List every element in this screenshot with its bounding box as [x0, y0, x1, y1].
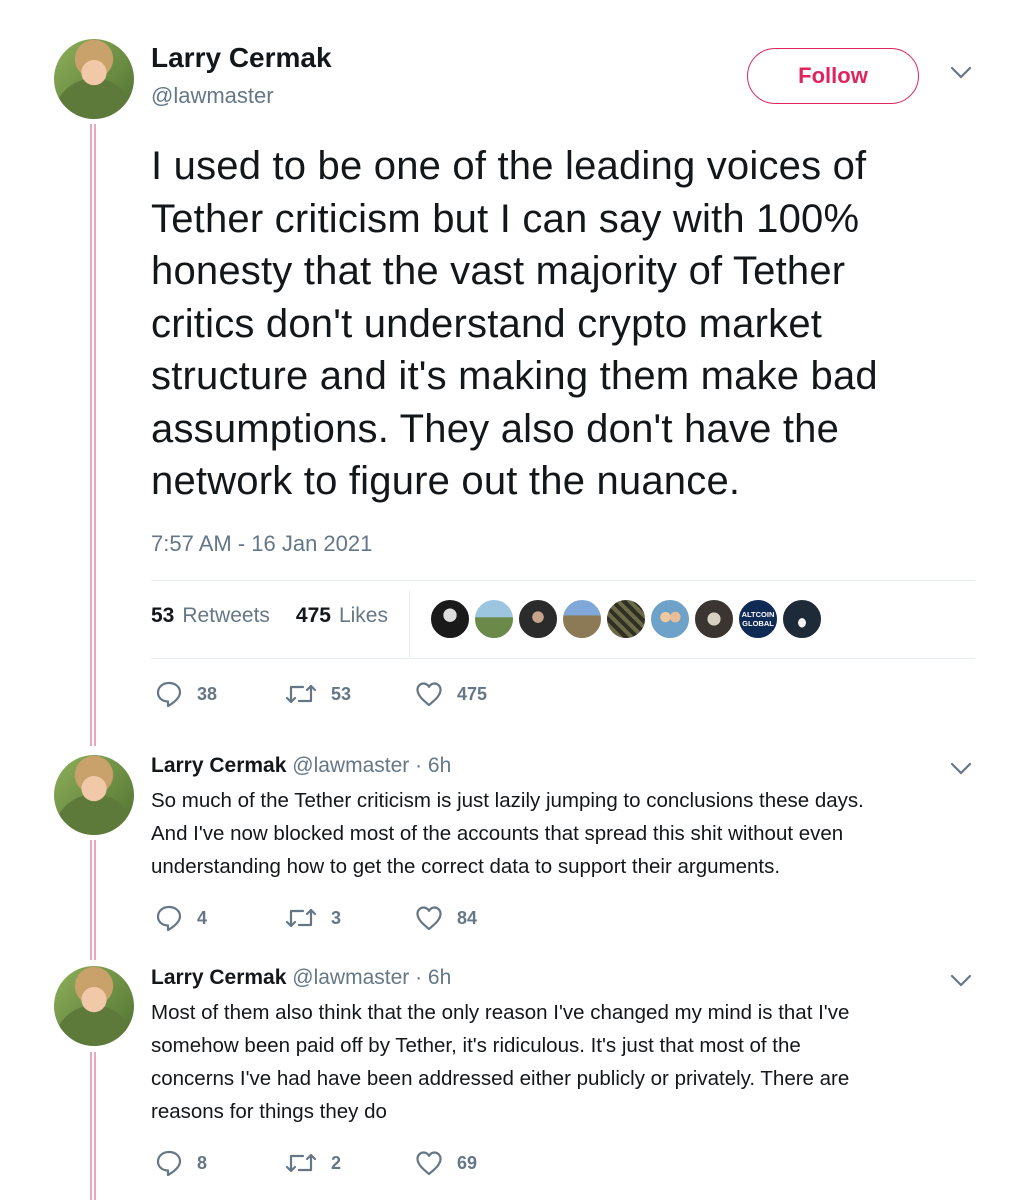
chevron-down-icon[interactable] — [950, 762, 972, 781]
author-name[interactable]: Larry Cermak — [151, 42, 332, 74]
reply-count: 8 — [197, 1152, 208, 1173]
tweet-timestamp[interactable]: 7:57 AM - 16 Jan 2021 — [151, 531, 372, 557]
reply-button[interactable]: 4 — [155, 904, 285, 932]
author-handle[interactable]: @lawmaster — [151, 83, 274, 109]
engagement-stats: 53 Retweets 475 Likes — [151, 604, 388, 628]
tweet-actions: 38 53 475 — [155, 680, 545, 708]
retweet-count: 3 — [331, 907, 342, 928]
like-button[interactable]: 84 — [415, 904, 545, 932]
reply-count: 4 — [197, 907, 208, 928]
reply-actions: 4 3 84 — [155, 904, 545, 932]
reply-button[interactable]: 8 — [155, 1149, 285, 1177]
stats-separator — [409, 590, 410, 658]
chevron-down-icon[interactable] — [950, 974, 972, 993]
retweet-icon — [285, 684, 317, 704]
reply-author-name[interactable]: Larry Cermak — [151, 754, 286, 777]
reply-icon — [156, 905, 182, 932]
reply-avatar[interactable] — [54, 755, 134, 835]
reply-count: 38 — [197, 683, 218, 704]
retweet-icon — [285, 1153, 317, 1173]
tweet-text-line: network to figure out the nuance. — [151, 459, 741, 503]
reply-text: So much of the Tether criticism is just … — [151, 784, 981, 883]
tweet-text-line: I used to be one of the leading voices o… — [151, 144, 867, 188]
reply-header: Larry Cermak @lawmaster · 6h — [151, 754, 451, 778]
retweet-count: 53 — [331, 683, 352, 704]
reply-text: Most of them also think that the only re… — [151, 996, 981, 1128]
retweet-button[interactable]: 3 — [285, 904, 415, 932]
retweet-icon — [285, 908, 317, 928]
retweets-count[interactable]: 53 — [151, 604, 174, 628]
reply-icon — [156, 681, 182, 708]
reply-text-line: understanding how to get the correct dat… — [151, 855, 781, 878]
liker-avatar[interactable] — [605, 598, 647, 640]
thread-line — [90, 124, 96, 746]
tweet-text-line: honesty that the vast majority of Tether — [151, 249, 846, 293]
heart-icon — [416, 1151, 442, 1176]
follow-button[interactable]: Follow — [747, 48, 919, 104]
reply-avatar[interactable] — [54, 966, 134, 1046]
reply-icon — [156, 1150, 182, 1177]
reply-header: Larry Cermak @lawmaster · 6h — [151, 966, 451, 990]
reply-author-name[interactable]: Larry Cermak — [151, 966, 286, 989]
heart-icon — [416, 906, 442, 931]
tweet-text: I used to be one of the leading voices o… — [151, 140, 991, 508]
retweets-label[interactable]: Retweets — [182, 604, 270, 628]
reply-text-line: And I've now blocked most of the account… — [151, 822, 844, 845]
thread-line — [90, 1052, 96, 1200]
divider — [151, 658, 975, 659]
tweet-text-line: critics don't understand crypto market — [151, 301, 823, 346]
liker-avatar[interactable] — [561, 598, 603, 640]
liker-avatar[interactable] — [429, 598, 471, 640]
chevron-down-icon[interactable] — [950, 66, 972, 85]
liker-badge-text: ALTCOIN GLOBAL — [741, 610, 775, 628]
like-button[interactable]: 475 — [415, 680, 545, 708]
retweet-button[interactable]: 53 — [285, 680, 415, 708]
tweet-text-line: structure and it's making them make bad — [151, 354, 878, 398]
liker-avatar[interactable] — [473, 598, 515, 640]
reply-text-line: reasons for things they do — [151, 1100, 387, 1123]
like-count: 84 — [457, 907, 478, 928]
tweet-text-line: Tether criticism but I can say with 100% — [151, 196, 860, 241]
liker-avatar[interactable] — [781, 598, 823, 640]
tweet-text-line: assumptions. They also don't have the — [151, 406, 840, 451]
liker-avatars: ALTCOIN GLOBAL — [429, 598, 823, 640]
reply-text-line: So much of the Tether criticism is just … — [151, 789, 864, 812]
thread-line — [90, 840, 96, 960]
reply-meta[interactable]: @lawmaster · 6h — [292, 754, 451, 777]
liker-avatar[interactable] — [693, 598, 735, 640]
author-avatar[interactable] — [54, 39, 134, 119]
reply-text-line: Most of them also think that the only re… — [151, 1001, 850, 1024]
like-count: 69 — [457, 1152, 478, 1173]
reply-meta[interactable]: @lawmaster · 6h — [292, 966, 451, 989]
reply-button[interactable]: 38 — [155, 680, 285, 708]
reply-text-line: concerns I've had have been addressed ei… — [151, 1067, 850, 1090]
liker-avatar[interactable] — [517, 598, 559, 640]
retweet-count: 2 — [331, 1152, 342, 1173]
like-count: 475 — [457, 683, 488, 704]
reply-actions: 8 2 69 — [155, 1149, 545, 1177]
likes-label[interactable]: Likes — [339, 604, 388, 628]
reply-text-line: somehow been paid off by Tether, it's ri… — [151, 1034, 801, 1057]
like-button[interactable]: 69 — [415, 1149, 545, 1177]
liker-avatar[interactable]: ALTCOIN GLOBAL — [737, 598, 779, 640]
retweet-button[interactable]: 2 — [285, 1149, 415, 1177]
likes-count[interactable]: 475 — [296, 604, 331, 628]
divider — [151, 580, 975, 581]
liker-avatar[interactable] — [649, 598, 691, 640]
heart-icon — [416, 682, 442, 707]
